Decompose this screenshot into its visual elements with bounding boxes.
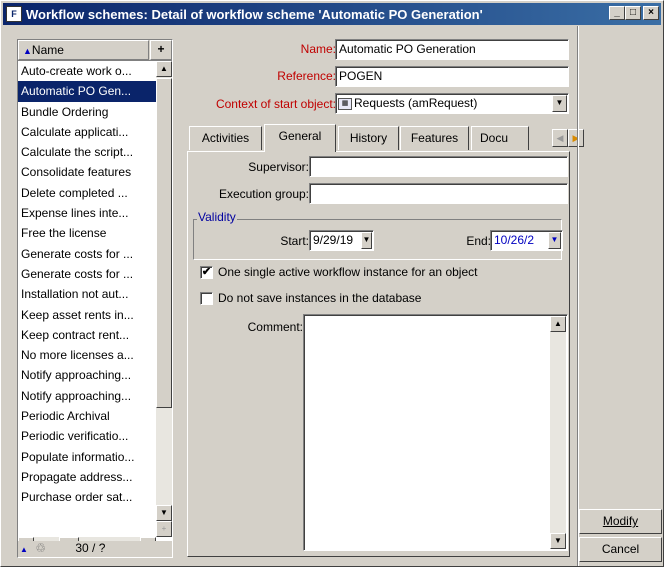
list-item[interactable]: Calculate applicati...: [18, 122, 156, 142]
no-save-checkbox[interactable]: [200, 292, 213, 305]
start-label: Start:: [280, 234, 309, 248]
context-select[interactable]: ▦ Requests (amRequest) ▼: [335, 93, 569, 114]
list-item[interactable]: Consolidate features: [18, 162, 156, 182]
list-item[interactable]: Periodic Archival: [18, 406, 156, 426]
cancel-button[interactable]: Cancel: [579, 537, 662, 562]
list-item[interactable]: No more licenses a...: [18, 345, 156, 365]
validity-label: Validity: [197, 210, 237, 224]
list-item[interactable]: Keep contract rent...: [18, 325, 156, 345]
tab-activities[interactable]: Activities: [189, 126, 262, 150]
exec-group-label: Execution group:: [218, 187, 309, 201]
list-item[interactable]: Bundle Ordering: [18, 102, 156, 122]
name-label: Name:: [300, 42, 336, 56]
no-save-label: Do not save instances in the database: [218, 291, 422, 305]
tab-features[interactable]: Features: [400, 126, 469, 150]
scroll-plus-icon[interactable]: +: [156, 521, 172, 537]
list-footer: ▲ ♲ 30 / ?: [18, 541, 172, 557]
end-date-value: 10/26/2: [494, 233, 535, 247]
record-counter: 30 / ?: [75, 541, 106, 555]
reference-field[interactable]: POGEN: [335, 66, 569, 87]
refresh-icon[interactable]: ♲: [35, 541, 46, 555]
scroll-up-icon[interactable]: ▲: [156, 61, 172, 77]
tab-scroll-left-icon[interactable]: ◀: [552, 129, 568, 147]
list-item[interactable]: Periodic verificatio...: [18, 426, 156, 446]
workflow-list: ▲Name + Auto-create work o... Automatic P…: [17, 39, 173, 558]
start-date-field[interactable]: 9/29/19 ▼: [309, 230, 374, 251]
list-item[interactable]: Generate costs for ...: [18, 264, 156, 284]
scroll-down-icon[interactable]: ▼: [156, 505, 172, 521]
tab-documents[interactable]: Docu: [471, 126, 529, 150]
list-item[interactable]: Calculate the script...: [18, 142, 156, 162]
supervisor-field[interactable]: [309, 156, 568, 177]
end-date-dropdown-icon[interactable]: ▼: [548, 232, 561, 249]
single-instance-label: One single active workflow instance for …: [218, 265, 478, 279]
start-date-dropdown-icon[interactable]: ▼: [361, 232, 372, 249]
context-value: Requests (amRequest): [354, 96, 478, 110]
sort-asc-icon: ▲: [23, 46, 32, 56]
list-item[interactable]: Expense lines inte...: [18, 203, 156, 223]
list-item[interactable]: Automatic PO Gen...: [18, 81, 156, 102]
modify-button[interactable]: Modify: [579, 509, 662, 534]
single-instance-checkbox[interactable]: ✔: [200, 266, 213, 279]
start-date-value: 9/29/19: [313, 233, 354, 247]
column-header-name[interactable]: ▲Name: [18, 40, 149, 60]
column-header-label: Name: [31, 43, 64, 57]
list-item[interactable]: Notify approaching...: [18, 365, 156, 385]
workflow-window: F Workflow schemes: Detail of workflow s…: [0, 0, 664, 567]
end-label: End:: [466, 234, 491, 248]
comment-scrollbar[interactable]: ▲ ▼: [550, 316, 566, 549]
vertical-scrollbar[interactable]: ▲ ▼ +: [156, 61, 172, 537]
list-item[interactable]: Free the license: [18, 223, 156, 243]
maximize-button[interactable]: □: [625, 6, 641, 20]
add-column-button[interactable]: +: [150, 40, 172, 60]
exec-group-field[interactable]: [309, 183, 568, 204]
chevron-down-icon[interactable]: ▼: [552, 95, 567, 112]
comment-scroll-up-icon[interactable]: ▲: [550, 316, 566, 332]
tab-history[interactable]: History: [338, 126, 399, 150]
modify-label: Modify: [602, 514, 639, 528]
list-item[interactable]: Propagate address...: [18, 467, 156, 487]
end-date-field[interactable]: 10/26/2 ▼: [490, 230, 563, 251]
list-item[interactable]: Generate costs for ...: [18, 244, 156, 264]
reference-label: Reference:: [277, 69, 336, 83]
list-header: ▲Name +: [18, 40, 172, 61]
nav-arrow-icon[interactable]: ▲: [20, 545, 28, 554]
separator: [577, 26, 579, 566]
close-button[interactable]: ×: [643, 6, 659, 20]
context-label: Context of start object:: [215, 97, 336, 111]
list-item[interactable]: Purchase order sat...: [18, 487, 156, 507]
tab-general[interactable]: General: [264, 124, 336, 152]
list-rows: Auto-create work o... Automatic PO Gen...…: [18, 61, 156, 508]
list-item[interactable]: Populate informatio...: [18, 447, 156, 467]
name-field[interactable]: Automatic PO Generation: [335, 39, 569, 60]
title-bar[interactable]: F Workflow schemes: Detail of workflow s…: [3, 3, 661, 25]
app-icon: F: [6, 6, 22, 22]
scroll-thumb[interactable]: [156, 78, 172, 408]
list-item[interactable]: Auto-create work o...: [18, 61, 156, 81]
supervisor-label: Supervisor:: [248, 160, 309, 174]
list-item[interactable]: Installation not aut...: [18, 284, 156, 304]
list-item[interactable]: Delete completed ...: [18, 183, 156, 203]
minimize-button[interactable]: _: [609, 6, 625, 20]
window-title: Workflow schemes: Detail of workflow sch…: [26, 6, 483, 22]
tab-scroll-right-icon[interactable]: ▶: [568, 129, 584, 147]
comment-scroll-down-icon[interactable]: ▼: [550, 533, 566, 549]
comment-textarea[interactable]: ▲ ▼: [303, 314, 568, 551]
table-icon: ▦: [338, 97, 352, 110]
list-item[interactable]: Keep asset rents in...: [18, 305, 156, 325]
comment-label: Comment:: [247, 320, 303, 334]
list-item[interactable]: Notify approaching...: [18, 386, 156, 406]
